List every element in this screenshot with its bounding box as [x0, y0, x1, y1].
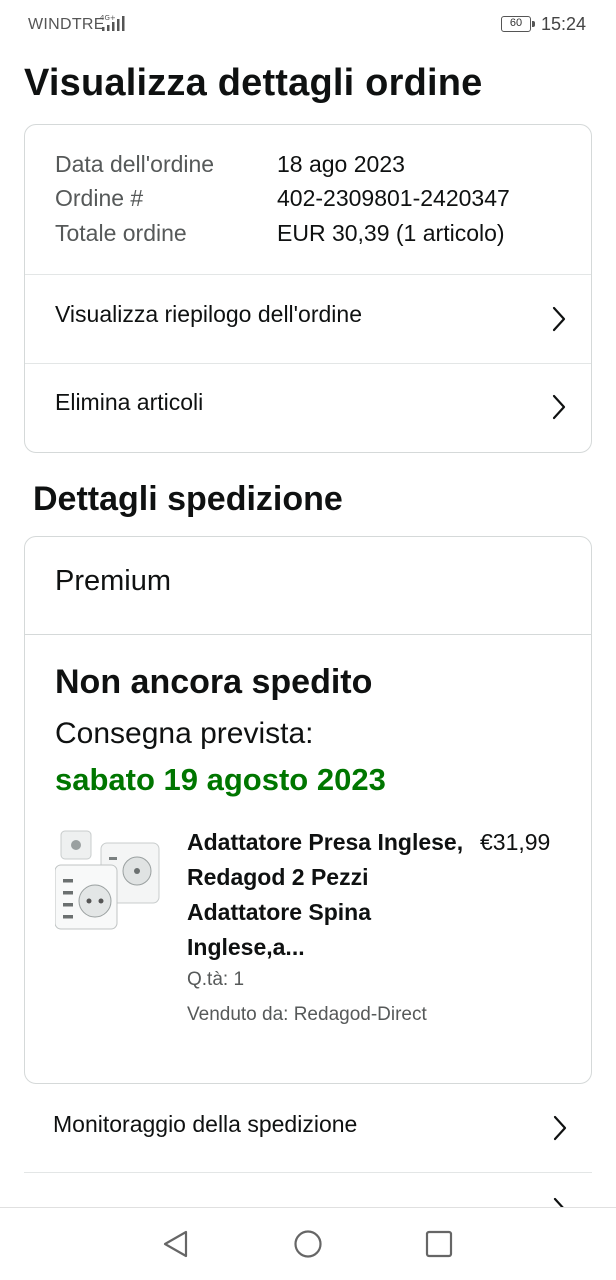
order-number-label: Ordine # [55, 185, 144, 211]
chevron-right-icon [552, 306, 566, 332]
chevron-right-icon [552, 394, 566, 420]
divider [25, 634, 591, 635]
product-image[interactable] [55, 829, 165, 934]
carrier-name: WINDTRE [28, 16, 105, 33]
divider [24, 1172, 592, 1173]
system-navigation-bar [0, 1207, 616, 1280]
order-date-label: Data dell'ordine [55, 151, 215, 177]
expected-delivery-date: sabato 19 agosto 2023 [55, 762, 386, 797]
delete-items-link[interactable]: Elimina articoli [25, 363, 591, 451]
shipping-section-title: Dettagli spedizione [33, 480, 343, 518]
battery-icon: 60 [501, 16, 535, 32]
order-total-row: Totale ordine EUR 30,39 (1 articolo) [55, 220, 571, 254]
product-seller: Venduto da: Redagod-Direct [187, 1004, 427, 1025]
expected-delivery-label: Consegna prevista: [55, 717, 314, 750]
recents-square-icon[interactable] [423, 1228, 455, 1260]
shipping-type: Premium [55, 565, 172, 597]
home-circle-icon[interactable] [292, 1228, 324, 1260]
product-title-link[interactable]: Adattatore Presa Inglese, Redagod 2 Pezz… [187, 825, 467, 965]
svg-text:4G+: 4G+ [100, 14, 116, 22]
order-info: Data dell'ordine 18 ago 2023 Ordine # 40… [25, 125, 591, 275]
shipment-card: Premium Non ancora spedito Consegna prev… [24, 536, 592, 1084]
chevron-right-icon [553, 1197, 564, 1207]
view-order-summary-label: Visualizza riepilogo dell'ordine [55, 301, 362, 327]
clock: 15:24 [541, 14, 587, 34]
page-title: Visualizza dettagli ordine [24, 62, 483, 104]
order-total-label: Totale ordine [55, 220, 187, 246]
order-number-value: 402-2309801-2420347 [277, 185, 510, 211]
order-date-value: 18 ago 2023 [277, 151, 405, 177]
track-shipment-link[interactable]: Monitoraggio della spedizione [24, 1084, 592, 1172]
order-number-row: Ordine # 402-2309801-2420347 [55, 185, 571, 219]
back-triangle-icon[interactable] [160, 1228, 192, 1260]
signal-icon: 4G+ [100, 14, 125, 31]
order-total-value: EUR 30,39 (1 articolo) [277, 220, 505, 246]
order-date-row: Data dell'ordine 18 ago 2023 [55, 151, 571, 185]
track-shipment-label: Monitoraggio della spedizione [53, 1111, 358, 1137]
product-quantity: Q.tà: 1 [187, 969, 245, 990]
chevron-right-icon [553, 1115, 567, 1141]
view-order-summary-link[interactable]: Visualizza riepilogo dell'ordine [25, 275, 591, 363]
order-summary-card: Data dell'ordine 18 ago 2023 Ordine # 40… [24, 124, 592, 453]
battery-level: 60 [509, 17, 523, 29]
product-price: €31,99 [480, 829, 551, 855]
delete-items-label: Elimina articoli [55, 389, 204, 415]
shipment-status: Non ancora spedito [55, 663, 373, 701]
status-bar: WINDTRE 4G+ 60 15:24 [0, 0, 616, 50]
